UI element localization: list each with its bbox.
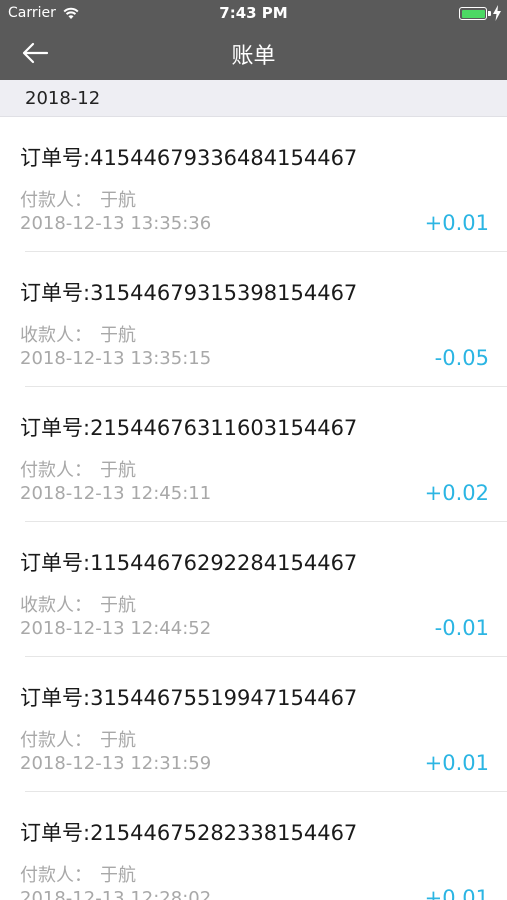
order-label: 订单号: <box>20 551 91 575</box>
month-label: 2018-12 <box>25 88 101 109</box>
amount: +0.01 <box>424 211 489 235</box>
order-number: 订单号:21544675282338154467 <box>20 817 357 847</box>
party-label: 付款人： <box>20 190 92 211</box>
party-name: 于航 <box>100 190 136 211</box>
app-header: Carrier 7:43 PM 账单 <box>0 0 507 80</box>
order-label: 订单号: <box>20 281 91 305</box>
transaction-datetime: 2018-12-13 13:35:15 <box>20 348 212 369</box>
charging-bolt-icon <box>493 5 501 21</box>
page-title: 账单 <box>231 44 276 69</box>
order-number: 订单号:11544676292284154467 <box>20 547 357 577</box>
amount: -0.05 <box>434 346 489 370</box>
party: 付款人： 于航 <box>20 726 136 752</box>
bill-row[interactable]: 订单号:31544675519947154467 付款人： 于航 2018-12-… <box>0 657 507 792</box>
bill-row[interactable]: 订单号:31544679315398154467 收款人： 于航 2018-12-… <box>0 252 507 387</box>
transaction-datetime: 2018-12-13 12:28:02 <box>20 888 212 900</box>
party-name: 于航 <box>100 865 136 886</box>
order-label: 订单号: <box>20 416 91 440</box>
month-section-header: 2018-12 <box>0 80 507 117</box>
order-number: 订单号:21544676311603154467 <box>20 412 357 442</box>
battery-cap <box>488 11 491 16</box>
party-label: 收款人： <box>20 325 92 346</box>
party-name: 于航 <box>100 460 136 481</box>
back-button[interactable] <box>20 36 64 70</box>
bill-row[interactable]: 订单号:21544675282338154467 付款人： 于航 2018-12-… <box>0 792 507 900</box>
party: 付款人： 于航 <box>20 186 136 212</box>
party: 收款人： 于航 <box>20 591 136 617</box>
party-name: 于航 <box>100 730 136 751</box>
back-arrow-icon <box>22 42 49 64</box>
transaction-datetime: 2018-12-13 13:35:36 <box>20 213 212 234</box>
order-value: 41544679336484154467 <box>90 146 358 170</box>
amount: +0.01 <box>424 751 489 775</box>
bill-row[interactable]: 订单号:41544679336484154467 付款人： 于航 2018-12-… <box>0 117 507 252</box>
party: 付款人： 于航 <box>20 456 136 482</box>
amount: -0.01 <box>434 616 489 640</box>
transaction-datetime: 2018-12-13 12:44:52 <box>20 618 212 639</box>
party-name: 于航 <box>100 325 136 346</box>
bill-list[interactable]: 订单号:41544679336484154467 付款人： 于航 2018-12-… <box>0 117 507 900</box>
bill-row[interactable]: 订单号:21544676311603154467 付款人： 于航 2018-12-… <box>0 387 507 522</box>
order-value: 21544676311603154467 <box>90 416 358 440</box>
party: 收款人： 于航 <box>20 321 136 347</box>
order-value: 11544676292284154467 <box>90 551 358 575</box>
order-label: 订单号: <box>20 821 91 845</box>
amount: +0.02 <box>424 481 489 505</box>
party-label: 付款人： <box>20 865 92 886</box>
order-number: 订单号:31544675519947154467 <box>20 682 357 712</box>
bill-row[interactable]: 订单号:11544676292284154467 收款人： 于航 2018-12-… <box>0 522 507 657</box>
order-value: 31544679315398154467 <box>90 281 358 305</box>
order-label: 订单号: <box>20 146 91 170</box>
transaction-datetime: 2018-12-13 12:31:59 <box>20 753 212 774</box>
status-bar: Carrier 7:43 PM <box>0 0 507 28</box>
order-value: 21544675282338154467 <box>90 821 358 845</box>
order-number: 订单号:31544679315398154467 <box>20 277 357 307</box>
status-time: 7:43 PM <box>219 4 288 22</box>
party-name: 于航 <box>100 595 136 616</box>
battery-icon <box>459 7 487 20</box>
transaction-datetime: 2018-12-13 12:45:11 <box>20 483 212 504</box>
party: 付款人： 于航 <box>20 861 136 887</box>
party-label: 收款人： <box>20 595 92 616</box>
order-label: 订单号: <box>20 686 91 710</box>
order-value: 31544675519947154467 <box>90 686 358 710</box>
order-number: 订单号:41544679336484154467 <box>20 142 357 172</box>
nav-bar: 账单 <box>0 28 507 80</box>
amount: +0.01 <box>424 886 489 900</box>
party-label: 付款人： <box>20 730 92 751</box>
party-label: 付款人： <box>20 460 92 481</box>
